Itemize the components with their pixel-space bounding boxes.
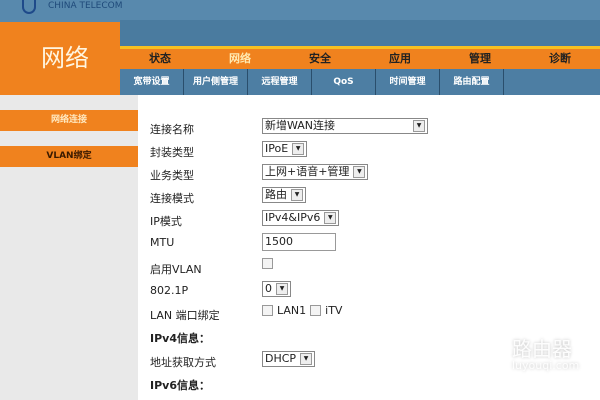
chevron-down-icon: ▼: [353, 166, 366, 178]
logo-text: CHINA TELECOM: [48, 1, 123, 11]
label: 802.1P: [150, 284, 189, 297]
value: 路由: [265, 188, 287, 201]
value: 上网+语音+管理: [265, 165, 350, 178]
chevron-down-icon: ▼: [300, 353, 313, 365]
chevron-down-icon: ▼: [292, 143, 305, 155]
section-title: 网络: [41, 44, 89, 72]
lan1-checkbox[interactable]: [262, 305, 273, 316]
address-method-select[interactable]: DHCP ▼: [262, 351, 316, 367]
connection-mode-select[interactable]: 路由 ▼: [262, 187, 306, 203]
menu-security[interactable]: 安全: [280, 49, 360, 69]
chevron-down-icon: ▼: [324, 212, 337, 224]
tab-time[interactable]: 时间管理: [376, 69, 440, 95]
ipv4-header: IPv4信息：: [150, 332, 210, 345]
menu-status[interactable]: 状态: [120, 49, 200, 69]
telecom-logo-icon: [22, 0, 36, 14]
service-type-select[interactable]: 上网+语音+管理 ▼: [262, 164, 369, 180]
label: 启用VLAN: [150, 263, 202, 276]
value: 新增WAN连接: [265, 119, 336, 132]
watermark-name: 路由器: [512, 337, 572, 361]
chevron-down-icon: ▼: [413, 120, 425, 132]
label: LAN 端口绑定: [150, 309, 220, 322]
dot1p-select[interactable]: 0 ▼: [262, 281, 291, 297]
menu-network[interactable]: 网络: [200, 49, 280, 69]
sidebar-item-network-connection[interactable]: 网络连接: [0, 110, 138, 131]
connection-name-select[interactable]: 新增WAN连接 ▼: [262, 118, 428, 134]
menu-diagnosis[interactable]: 诊断: [520, 49, 600, 69]
menu-application[interactable]: 应用: [360, 49, 440, 69]
chevron-down-icon: ▼: [291, 189, 303, 201]
tab-qos[interactable]: QoS: [312, 69, 376, 95]
sub-menu: 宽带设置 用户侧管理 远程管理 QoS 时间管理 路由配置: [120, 69, 600, 95]
tab-broadband[interactable]: 宽带设置: [120, 69, 184, 95]
value: DHCP: [265, 352, 297, 365]
label: 连接模式: [150, 192, 194, 205]
watermark-url: luyouqi.com: [512, 359, 580, 372]
itv-label: iTV: [325, 304, 343, 317]
enable-vlan-checkbox[interactable]: [262, 258, 273, 269]
value: IPv4&IPv6: [265, 211, 321, 224]
label: 连接名称: [150, 123, 194, 136]
router-icon: [462, 333, 504, 375]
label: 地址获取方式: [150, 356, 216, 369]
itv-checkbox[interactable]: [310, 305, 322, 316]
ip-mode-select[interactable]: IPv4&IPv6 ▼: [262, 210, 340, 226]
label: 封装类型: [150, 146, 194, 159]
lan1-label: LAN1: [277, 304, 307, 317]
menu-management[interactable]: 管理: [440, 49, 520, 69]
ipv6-header: IPv6信息：: [150, 379, 210, 392]
value: IPoE: [265, 142, 289, 155]
mtu-input[interactable]: 1500: [262, 233, 336, 251]
label: 业务类型: [150, 169, 194, 182]
chevron-down-icon: ▼: [276, 283, 288, 295]
label: IP模式: [150, 215, 182, 228]
encapsulation-select[interactable]: IPoE ▼: [262, 141, 308, 157]
label: MTU: [150, 236, 175, 249]
tab-user-side[interactable]: 用户侧管理: [184, 69, 248, 95]
header-band: [120, 20, 600, 46]
tab-remote[interactable]: 远程管理: [248, 69, 312, 95]
main-menu: 状态 网络 安全 应用 管理 诊断: [120, 49, 600, 69]
sidebar: 网络连接 VLAN绑定: [0, 95, 138, 400]
tab-routing[interactable]: 路由配置: [440, 69, 504, 95]
value: 0: [265, 282, 272, 295]
sidebar-item-vlan-binding[interactable]: VLAN绑定: [0, 146, 138, 167]
